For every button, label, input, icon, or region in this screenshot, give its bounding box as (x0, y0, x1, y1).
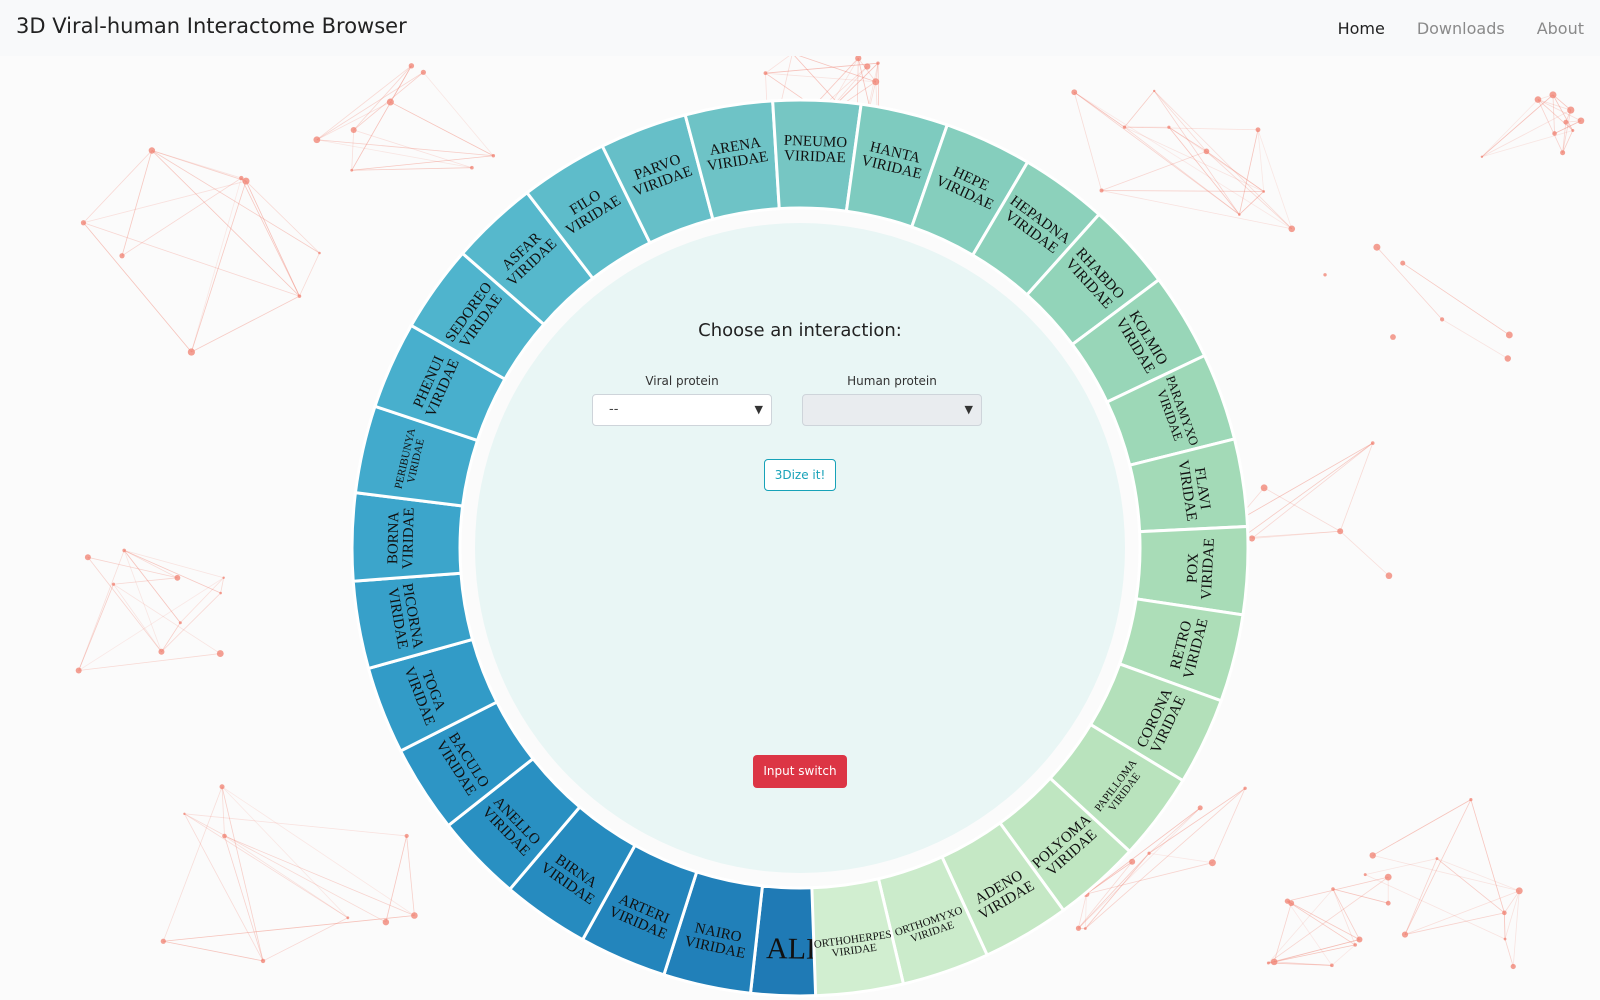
chevron-down-icon: ▼ (754, 403, 763, 416)
nav-downloads-link[interactable]: Downloads (1417, 19, 1505, 38)
sector-label-line: VIRIDAE (1199, 538, 1218, 600)
sector-label-line: VIRIDAE (400, 507, 418, 569)
brand-title[interactable]: 3D Viral-human Interactome Browser (16, 14, 407, 38)
viral-protein-label: Viral protein (645, 374, 719, 388)
3dize-button[interactable]: 3Dize it! (764, 459, 836, 491)
nav-links: Home Downloads About (1306, 0, 1584, 56)
chevron-down-icon: ▼ (964, 403, 973, 416)
human-protein-field: Human protein ▼ (802, 374, 982, 426)
nav-home-link[interactable]: Home (1338, 19, 1385, 38)
viral-protein-value: -- (609, 402, 619, 417)
sector-label: BORNAVIRIDAE (385, 507, 418, 569)
human-protein-select[interactable]: ▼ (802, 394, 982, 426)
sector-label-line: VIRIDAE (784, 148, 846, 166)
sector-label: PNEUMOVIRIDAE (783, 133, 848, 167)
viral-protein-field: Viral protein -- ▼ (592, 374, 772, 426)
interaction-panel: Choose an interaction: Viral protein -- … (475, 222, 1125, 872)
human-protein-label: Human protein (847, 374, 937, 388)
input-switch-button[interactable]: Input switch (753, 755, 847, 788)
nav-about-link[interactable]: About (1537, 19, 1584, 38)
navbar: 3D Viral-human Interactome Browser Home … (0, 0, 1600, 56)
virus-family-sector[interactable]: BORNAVIRIDAE (350, 491, 465, 583)
choose-interaction-title: Choose an interaction: (698, 320, 902, 341)
viral-protein-select[interactable]: -- ▼ (592, 394, 772, 426)
